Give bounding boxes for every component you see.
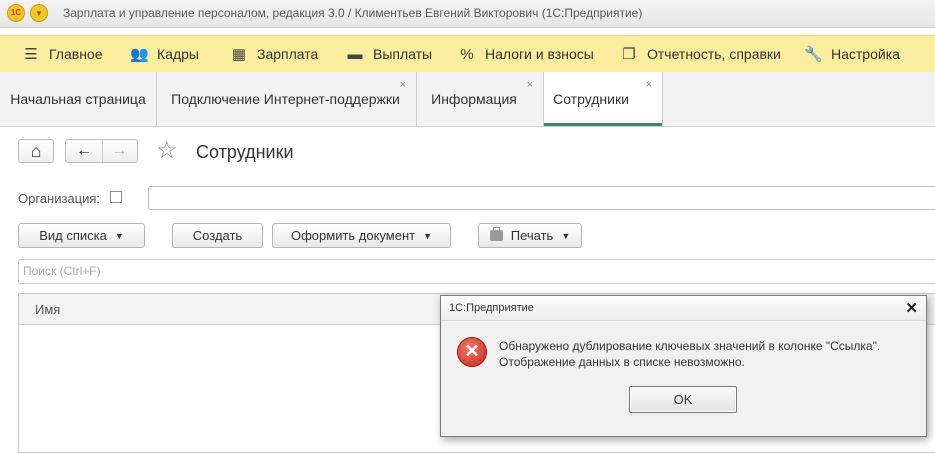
button-label: Вид списка: [39, 228, 107, 243]
calculator-icon: ▦: [231, 46, 247, 63]
close-icon[interactable]: ×: [527, 79, 533, 91]
error-icon: ✕: [457, 337, 487, 367]
section-label: Налоги и взносы: [485, 46, 594, 62]
percent-icon: %: [460, 45, 474, 63]
tab-label: Сотрудники: [553, 91, 629, 107]
open-tabs-bar: Начальная страница Подключение Интернет-…: [0, 72, 935, 127]
error-dialog: 1С:Предприятие ✕ ✕ Обнаружено дублирован…: [440, 295, 927, 437]
section-personnel[interactable]: 👥 Кадры: [130, 36, 199, 72]
dialog-titlebar: 1С:Предприятие ✕: [441, 296, 926, 321]
chevron-down-icon: ▼: [561, 230, 571, 241]
create-button[interactable]: Создать: [172, 223, 263, 248]
people-icon: 👥: [130, 46, 149, 63]
section-main[interactable]: ☰ Главное: [22, 36, 103, 72]
button-label: Оформить документ: [290, 228, 416, 243]
window-titlebar: 1C ▾ Зарплата и управление персоналом, р…: [0, 0, 935, 28]
section-salary[interactable]: ▦ Зарплата: [230, 36, 318, 72]
section-settings[interactable]: 🔧 Настройка: [804, 36, 900, 72]
forward-arrow-icon: →: [111, 142, 128, 159]
section-label: Выплаты: [373, 46, 433, 62]
back-arrow-icon: ←: [76, 142, 92, 159]
history-nav: ← →: [65, 139, 138, 163]
section-taxes[interactable]: % Налоги и взносы: [458, 36, 594, 72]
view-list-button[interactable]: Вид списка ▼: [18, 223, 145, 248]
tab-internet-support[interactable]: Подключение Интернет-поддержки ×: [157, 72, 417, 126]
organization-label: Организация:: [18, 191, 101, 206]
dialog-title: 1С:Предприятие: [449, 302, 534, 314]
chevron-down-icon: ▼: [114, 230, 124, 241]
print-button[interactable]: Печать ▼: [478, 223, 582, 248]
window-title: Зарплата и управление персоналом, редакц…: [63, 6, 643, 20]
section-payments[interactable]: ▬ Выплаты: [346, 36, 433, 72]
button-label: Создать: [192, 228, 243, 243]
column-header-name[interactable]: Имя: [35, 302, 60, 317]
forward-button[interactable]: →: [102, 140, 137, 162]
dialog-message-line1: Обнаружено дублирование ключевых значени…: [499, 339, 881, 353]
dialog-message-line2: Отображение данных в списке невозможно.: [499, 355, 745, 369]
section-reports[interactable]: ❐ Отчетность, справки: [620, 36, 781, 72]
close-icon[interactable]: ×: [646, 79, 652, 91]
search-input[interactable]: Поиск (Ctrl+F): [18, 259, 935, 284]
tab-label: Подключение Интернет-поддержки: [171, 91, 400, 107]
tab-label: Начальная страница: [10, 91, 146, 107]
tab-home-page[interactable]: Начальная страница: [0, 72, 157, 126]
favorite-star-icon[interactable]: ☆: [156, 139, 178, 163]
printer-icon: [489, 227, 503, 241]
menu-icon: ☰: [24, 46, 38, 63]
section-label: Главное: [49, 46, 103, 62]
main-menu-icon[interactable]: ▾: [30, 4, 48, 22]
home-icon: ⌂: [30, 141, 42, 161]
wrench-icon: 🔧: [804, 46, 823, 63]
app-logo-icon[interactable]: 1C: [7, 4, 25, 22]
chevron-down-icon: ▼: [423, 230, 433, 241]
section-label: Отчетность, справки: [647, 46, 781, 62]
section-label: Зарплата: [257, 46, 319, 62]
home-button[interactable]: ⌂: [18, 139, 54, 163]
active-tab-indicator: [544, 123, 662, 126]
section-label: Кадры: [157, 46, 199, 62]
sections-panel: ☰ Главное 👥 Кадры ▦ Зарплата ▬ Выплаты %…: [0, 35, 935, 73]
organization-checkbox[interactable]: [110, 191, 122, 203]
page-title: Сотрудники: [196, 142, 294, 162]
make-document-button[interactable]: Оформить документ ▼: [272, 223, 451, 248]
tab-employees[interactable]: Сотрудники ×: [544, 72, 663, 126]
close-icon[interactable]: ×: [400, 79, 406, 91]
ok-button[interactable]: OK: [629, 386, 737, 413]
button-label: Печать: [510, 228, 554, 243]
reports-icon: ❐: [622, 46, 636, 63]
back-button[interactable]: ←: [66, 140, 103, 162]
organization-field[interactable]: [148, 186, 935, 210]
close-icon[interactable]: ✕: [905, 299, 918, 317]
section-label: Настройка: [831, 46, 900, 62]
wallet-icon: ▬: [347, 45, 363, 63]
